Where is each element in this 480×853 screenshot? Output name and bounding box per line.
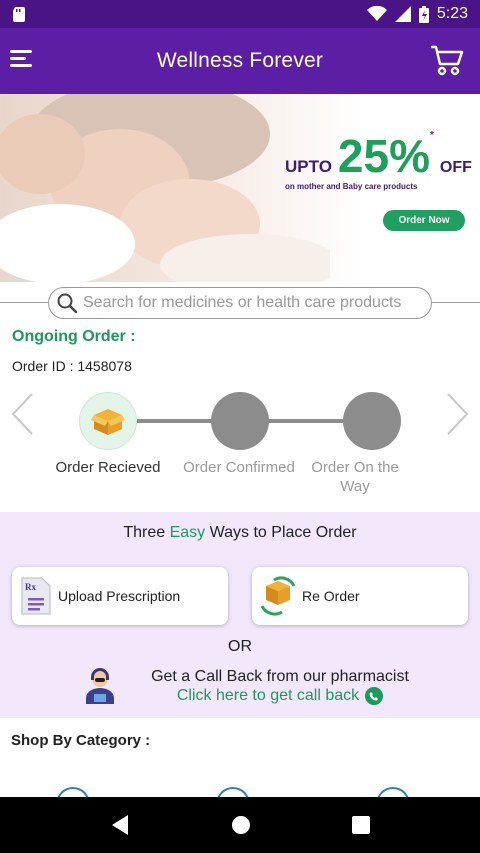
status-bar: 5:23 bbox=[0, 0, 480, 28]
order-id: Order ID : 1458078 bbox=[12, 358, 132, 374]
svg-text:Rx: Rx bbox=[25, 582, 36, 592]
order-ways-section: Three Easy Ways to Place Order Rx Upload… bbox=[0, 512, 480, 718]
phone-icon bbox=[365, 687, 384, 705]
ways-title: Three Easy Ways to Place Order bbox=[0, 524, 480, 542]
promo-percent: 25% bbox=[337, 130, 430, 182]
chevron-left-icon[interactable] bbox=[10, 392, 34, 436]
callback-link-label: Click here to get call back bbox=[176, 687, 360, 704]
promo-subtitle: on mother and Baby care products bbox=[285, 182, 418, 191]
promo-off: OFF bbox=[439, 159, 472, 176]
order-now-button[interactable]: Order Now bbox=[383, 210, 465, 231]
chevron-right-icon[interactable] bbox=[446, 392, 470, 436]
shop-by-category-heading: Shop By Category : bbox=[11, 732, 151, 749]
step-confirmed bbox=[211, 392, 269, 450]
search-icon bbox=[57, 293, 77, 313]
upload-prescription-button[interactable]: Rx Upload Prescription bbox=[12, 567, 228, 625]
order-id-label: Order ID : bbox=[12, 358, 74, 374]
promo-upto: UPTO bbox=[285, 157, 332, 176]
divider bbox=[0, 302, 48, 303]
ongoing-order-heading: Ongoing Order : bbox=[12, 328, 136, 345]
system-nav-bar bbox=[0, 797, 480, 853]
ways-title-end: Ways to Place Order bbox=[209, 524, 357, 541]
divider bbox=[432, 302, 480, 303]
step-label-confirmed: Order Confirmed bbox=[183, 459, 295, 476]
reorder-icon bbox=[260, 576, 296, 616]
promo-banner[interactable]: UPTO 25% * OFF on mother and Baby care p… bbox=[0, 94, 480, 282]
progress-connector bbox=[268, 419, 344, 423]
mother-baby-image bbox=[0, 94, 330, 282]
ways-title-start: Three bbox=[123, 524, 166, 541]
box-icon bbox=[91, 409, 125, 435]
prescription-icon: Rx bbox=[21, 577, 51, 615]
progress-connector bbox=[137, 419, 212, 423]
clock-time: 5:23 bbox=[436, 5, 468, 22]
callback-title: Get a Call Back from our pharmacist bbox=[151, 668, 409, 685]
sd-card-icon bbox=[13, 7, 25, 22]
step-on-the-way bbox=[343, 392, 401, 450]
home-icon[interactable] bbox=[231, 815, 251, 835]
wifi-icon bbox=[366, 6, 387, 21]
ways-title-highlight: Easy bbox=[169, 524, 206, 541]
search-section: Search for medicines or health care prod… bbox=[0, 287, 480, 319]
step-received bbox=[79, 392, 137, 450]
battery-icon bbox=[418, 5, 429, 23]
order-tracker: Order Recieved Order Confirmed Order On … bbox=[0, 388, 480, 508]
or-separator: OR bbox=[228, 638, 252, 655]
step-label-received: Order Recieved bbox=[55, 459, 161, 476]
promo-text: UPTO 25% * OFF on mother and Baby care p… bbox=[285, 130, 475, 191]
recents-icon[interactable] bbox=[351, 816, 370, 834]
reorder-button[interactable]: Re Order bbox=[252, 567, 468, 625]
search-placeholder: Search for medicines or health care prod… bbox=[83, 294, 402, 311]
app-bar: Wellness Forever bbox=[0, 28, 480, 94]
pharmacist-icon bbox=[86, 668, 114, 704]
step-label-on-the-way: Order On the Way bbox=[311, 459, 399, 495]
upload-prescription-label: Upload Prescription bbox=[58, 588, 181, 604]
cart-icon[interactable] bbox=[430, 44, 464, 76]
signal-icon bbox=[394, 6, 411, 22]
order-id-value: 1458078 bbox=[77, 358, 132, 374]
search-input[interactable]: Search for medicines or health care prod… bbox=[48, 287, 432, 319]
callback-link[interactable]: Click here to get call back bbox=[176, 687, 384, 705]
status-icons: 5:23 bbox=[366, 5, 468, 23]
app-title: Wellness Forever bbox=[156, 49, 324, 72]
callback-section: Get a Call Back from our pharmacist Clic… bbox=[140, 668, 420, 705]
menu-icon[interactable] bbox=[10, 50, 32, 68]
reorder-label: Re Order bbox=[302, 588, 360, 604]
back-icon[interactable] bbox=[110, 814, 130, 836]
promo-asterisk: * bbox=[430, 130, 434, 141]
